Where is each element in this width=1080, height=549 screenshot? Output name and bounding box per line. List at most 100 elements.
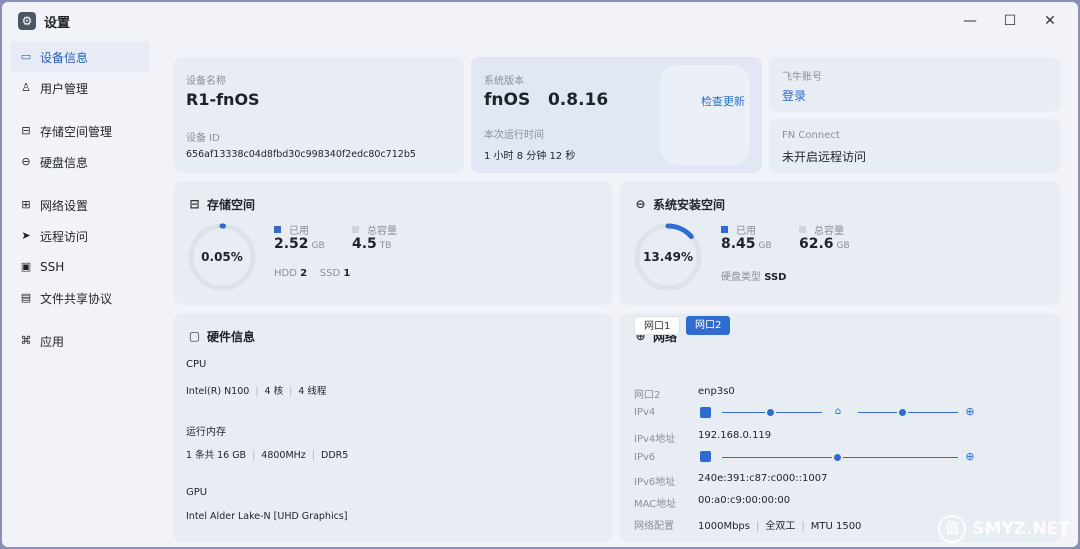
sidebar-item-network-settings[interactable]: ⊞ 网络设置 <box>10 190 150 220</box>
ssd-label: SSD <box>319 268 341 279</box>
fn-connect-label: FN Connect <box>782 130 840 141</box>
sidebar-item-label: 文件共享协议 <box>40 291 113 306</box>
network-card: ⊕ 网络 <box>620 313 1060 542</box>
ipv6-link-dot-icon <box>832 452 843 463</box>
sidebar-item-ssh[interactable]: ▣ SSH <box>10 252 150 282</box>
storage-used-legend: 已用 <box>274 222 309 237</box>
network-config-value: 1000Mbps | 全双工 | MTU 1500 <box>698 521 862 532</box>
sidebar-item-label: 网络设置 <box>40 198 89 213</box>
system-card: 系统版本 fnOS 0.8.16 检查更新 本次运行时间 1 小时 8 分钟 1… <box>471 57 762 173</box>
storage-used-value: 2.52 GB <box>274 236 325 252</box>
total-unit: GB <box>836 241 850 251</box>
watermark-logo-icon: 值 <box>938 515 967 543</box>
memory-label: 运行内存 <box>186 427 226 438</box>
user-icon: ♙ <box>21 81 31 94</box>
system-disk-card: ⊖ 系统安装空间 13.49% 已用 总容量 8.45 GB 62.6 GB 硬盘类型… <box>620 181 1060 305</box>
sidebar-item-device-info[interactable]: ▭ 设备信息 <box>10 42 150 72</box>
uptime: 1 小时 8 分钟 12 秒 <box>484 151 576 162</box>
title-bar: ⚙ 设置 — ☐ ✕ <box>2 2 1078 40</box>
tab-port-1[interactable]: 网口1 <box>634 316 681 335</box>
window-title: 设置 <box>44 15 71 31</box>
ipv4-link-dot-icon <box>765 407 776 418</box>
hardware-title-text: 硬件信息 <box>207 330 256 344</box>
sidebar-item-label: 设备信息 <box>40 50 89 65</box>
account-card: 飞牛账号 登录 <box>769 57 1060 112</box>
total-number: 62.6 <box>799 236 834 252</box>
used-unit: GB <box>311 241 325 251</box>
device-id-label: 设备 ID <box>186 133 220 144</box>
system-disk-total-legend: 总容量 <box>799 222 844 237</box>
system-version: fnOS 0.8.16 <box>484 90 608 110</box>
used-number: 2.52 <box>274 236 309 252</box>
sidebar-item-label: 远程访问 <box>40 229 89 244</box>
minimize-button[interactable]: — <box>950 2 990 40</box>
storage-percent: 0.05% <box>201 250 243 264</box>
total-number: 4.5 <box>352 236 377 252</box>
ipv6-address-value: 240e:391:c87:c000::1007 <box>698 473 828 484</box>
tab-port-2[interactable]: 网口2 <box>686 316 731 335</box>
mtu: MTU 1500 <box>810 521 862 532</box>
cpu-threads: 4 线程 <box>298 386 327 397</box>
cpu-cores: 4 核 <box>264 386 284 397</box>
port-name-label: 网口2 <box>634 390 661 401</box>
used-square-icon <box>274 226 281 233</box>
hardware-icon: ▢ <box>188 329 201 343</box>
ipv4-address-label: IPv4地址 <box>634 434 676 445</box>
device-id: 656af13338c04d8fbd30c998340f2edc80c712b5 <box>186 149 416 160</box>
device-name: R1-fnOS <box>186 90 260 109</box>
sidebar-item-storage-management[interactable]: ⊟ 存储空间管理 <box>10 116 150 146</box>
remote-icon: ➤ <box>21 229 31 242</box>
total-label: 总容量 <box>814 226 844 237</box>
storage-title-text: 存储空间 <box>207 198 256 212</box>
used-square-icon <box>721 226 728 233</box>
close-button[interactable]: ✕ <box>1030 2 1070 40</box>
ipv6-address-label: IPv6地址 <box>634 477 676 488</box>
ipv4-address-value: 192.168.0.119 <box>698 430 772 441</box>
storage-card: ⊟ 存储空间 0.05% 已用 总容量 2.52 GB 4.5 TB HDD 2 SS… <box>174 181 612 305</box>
fnos-logo-watermark-icon <box>660 65 750 165</box>
total-square-icon <box>799 226 806 233</box>
sidebar-item-label: 用户管理 <box>40 81 89 96</box>
mac-address-label: MAC地址 <box>634 499 677 510</box>
cpu-info: Intel(R) N100 | 4 核 | 4 线程 <box>186 386 327 397</box>
maximize-button[interactable]: ☐ <box>990 2 1030 40</box>
system-disk-title: ⊖ 系统安装空间 <box>634 196 725 213</box>
disk-type-label: 硬盘类型 <box>721 272 761 283</box>
gpu-info: Intel Alder Lake-N [UHD Graphics] <box>186 511 348 522</box>
sidebar-item-disk-info[interactable]: ⊖ 硬盘信息 <box>10 147 150 177</box>
system-disk-used-legend: 已用 <box>721 222 756 237</box>
mac-address-value: 00:a0:c9:00:00:00 <box>698 495 791 506</box>
cpu-label: CPU <box>186 359 207 370</box>
router-icon: ⌂ <box>834 406 842 417</box>
internet-globe-icon: ⊕ <box>965 450 975 463</box>
ssd-count: 1 <box>343 268 351 279</box>
total-unit: TB <box>379 241 392 251</box>
sidebar-item-apps[interactable]: ⌘ 应用 <box>10 326 150 356</box>
network-config-label: 网络配置 <box>634 521 674 532</box>
sidebar: ▭ 设备信息 ♙ 用户管理 ⊟ 存储空间管理 ⊖ 硬盘信息 ⊞ 网络设置 ➤ 远程访问 ▣ S… <box>2 42 156 547</box>
device-icon: ▭ <box>20 50 32 63</box>
disk-icon: ⊖ <box>635 197 646 211</box>
sidebar-item-remote-access[interactable]: ➤ 远程访问 <box>10 221 150 251</box>
login-link[interactable]: 登录 <box>782 87 806 104</box>
hdd-label: HDD <box>274 268 297 279</box>
file-share-icon: ▤ <box>20 291 32 304</box>
storage-icon: ⊟ <box>21 124 31 137</box>
ssh-icon: ▣ <box>20 260 32 273</box>
fn-connect-status: 未开启远程访问 <box>782 150 867 164</box>
storage-title: ⊟ 存储空间 <box>188 196 255 213</box>
sidebar-item-file-sharing[interactable]: ▤ 文件共享协议 <box>10 283 150 313</box>
check-update-link[interactable]: 检查更新 <box>701 93 745 109</box>
storage-usage-ring: 0.05% <box>187 222 257 292</box>
duplex-mode: 全双工 <box>765 521 796 532</box>
sidebar-item-user-management[interactable]: ♙ 用户管理 <box>10 73 150 103</box>
storage-total-legend: 总容量 <box>352 222 397 237</box>
sidebar-item-label: 硬盘信息 <box>40 155 89 170</box>
used-unit: GB <box>758 241 772 251</box>
cpu-model: Intel(R) N100 <box>186 386 250 397</box>
disk-type-value: SSD <box>764 272 787 283</box>
memory-speed: 4800MHz <box>261 450 306 461</box>
device-name-label: 设备名称 <box>186 76 226 87</box>
memory-size: 1 条共 16 GB <box>186 450 247 461</box>
device-card: 设备名称 R1-fnOS 设备 ID 656af13338c04d8fbd30c… <box>174 57 464 173</box>
